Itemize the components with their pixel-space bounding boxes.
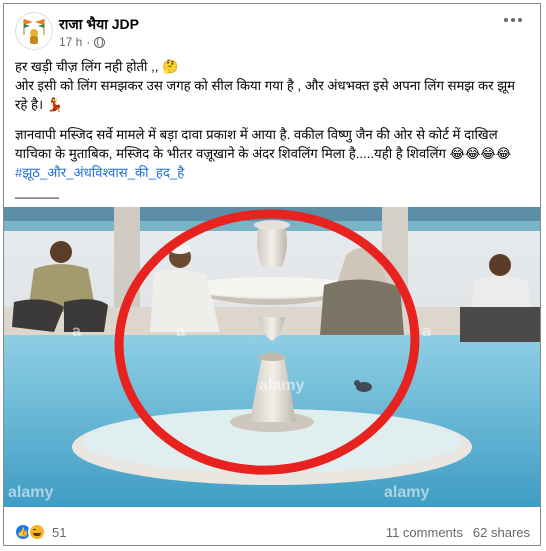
- shares-count[interactable]: 62 shares: [473, 525, 530, 540]
- haha-icon: [28, 523, 46, 541]
- more-options-button[interactable]: [504, 18, 522, 22]
- svg-text:a: a: [72, 323, 81, 340]
- svg-text:a: a: [422, 323, 431, 340]
- svg-text:a: a: [176, 323, 185, 340]
- post-time[interactable]: 17 h: [59, 35, 82, 49]
- separator-line: ______: [15, 184, 60, 199]
- post-text-para2: ज्ञानवापी मस्जिद सर्वे मामले में बड़ा दा…: [15, 125, 531, 201]
- svg-text:alamy: alamy: [8, 484, 53, 501]
- comments-count[interactable]: 11 comments: [386, 525, 463, 540]
- author-avatar[interactable]: [15, 12, 53, 50]
- author-name[interactable]: राजा भैया JDP: [59, 15, 139, 34]
- svg-text:alamy: alamy: [384, 484, 429, 501]
- post-line2: ओर इसी को लिंग समझकर उस जगह को सील किया …: [15, 78, 516, 112]
- post-line1: हर खड़ी चीज़ लिंग नही होती ,, 🤔: [15, 59, 179, 74]
- post-meta: 17 h ·: [59, 35, 106, 49]
- reaction-count: 51: [52, 524, 67, 540]
- svg-text:alamy: alamy: [259, 377, 304, 394]
- post-footer: 👍 51 11 comments 62 shares: [4, 520, 540, 544]
- reactions-summary[interactable]: 👍 51: [14, 523, 66, 541]
- globe-icon: [94, 36, 106, 48]
- hashtag-link[interactable]: #झूठ_और_अंधविश्वास_की_हद_है: [15, 165, 184, 180]
- post-text-para1: हर खड़ी चीज़ लिंग नही होती ,, 🤔 ओर इसी क…: [15, 57, 531, 114]
- meta-dot: ·: [86, 35, 91, 49]
- fountain-photo: a a a alamy alamy alamy: [4, 207, 540, 507]
- post-para2: ज्ञानवापी मस्जिद सर्वे मामले में बड़ा दा…: [15, 127, 512, 161]
- post-stats: 11 comments 62 shares: [386, 525, 530, 540]
- post-header: राजा भैया JDP 17 h ·: [4, 4, 540, 56]
- saffron-flag-avatar-icon: [23, 19, 45, 44]
- post-photo[interactable]: a a a alamy alamy alamy: [4, 207, 540, 507]
- facebook-post: राजा भैया JDP 17 h · हर खड़ी चीज़ लिंग न…: [3, 3, 541, 546]
- more-horizontal-icon: [504, 18, 508, 22]
